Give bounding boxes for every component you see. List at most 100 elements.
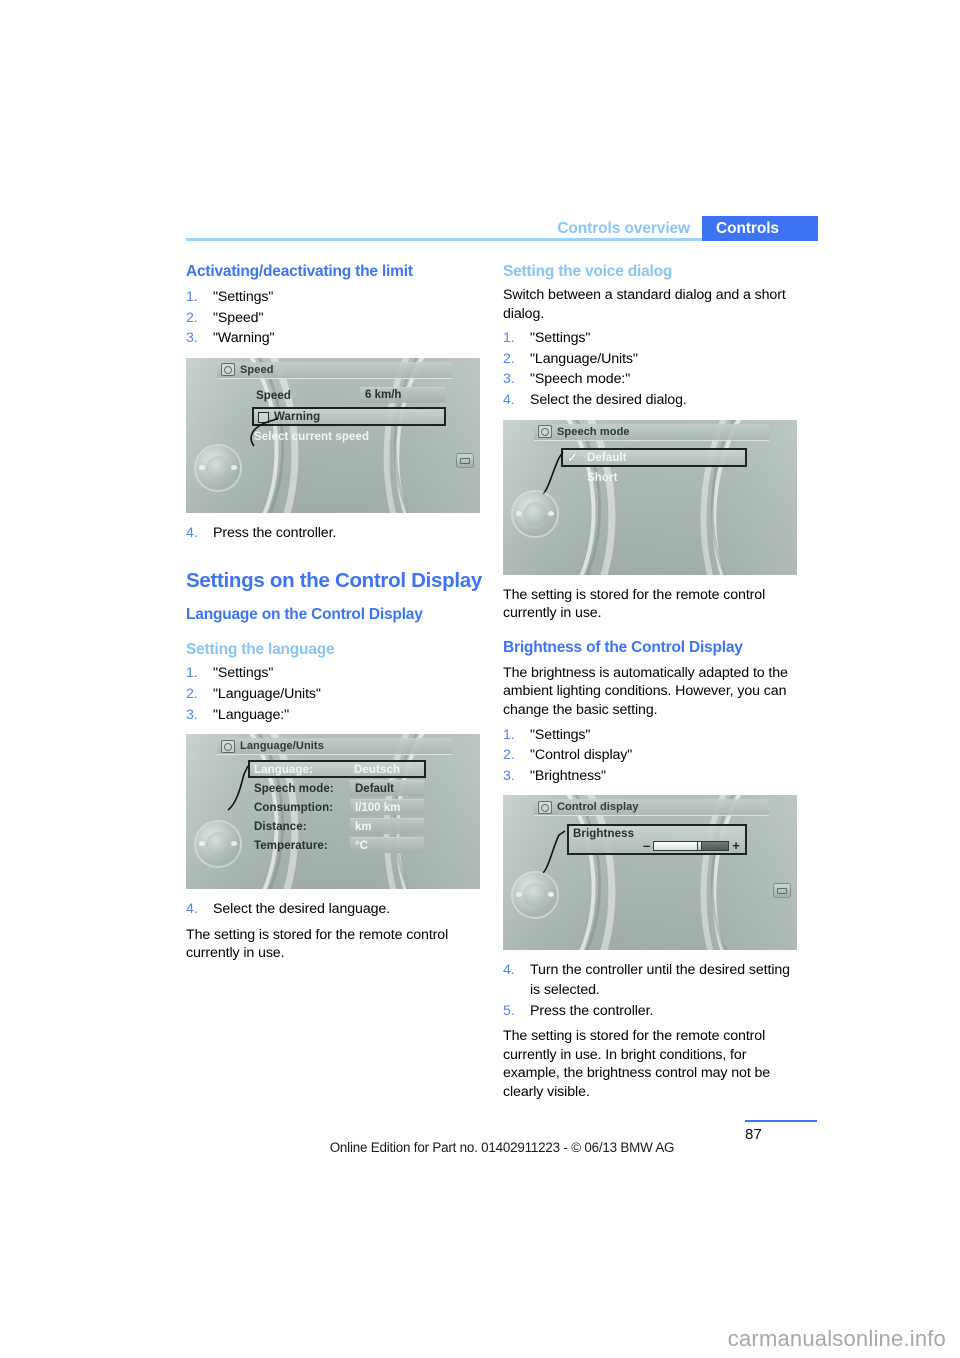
step-text: Turn the controller until the desired se… <box>530 962 790 998</box>
heading-brightness-of-the-control-display: Brightness of the Control Display <box>503 638 743 656</box>
step-text: "Settings" <box>213 665 274 682</box>
step-text: "Speed" <box>213 309 264 326</box>
step-text: Select the desired language. <box>213 901 391 918</box>
list-item: 2. "Language/Units" <box>186 685 482 705</box>
steps-select-language: 4. Select the desired language. <box>186 900 482 920</box>
list-item: 3. "Speech mode:" <box>503 370 799 390</box>
step-number: 1. <box>503 330 515 347</box>
step-text: "Language/Units" <box>213 685 321 702</box>
step-number: 3. <box>503 371 515 388</box>
list-item: 4. Press the controller. <box>186 524 482 544</box>
step-text: Press the controller. <box>530 1002 654 1019</box>
step-text: Press the controller. <box>213 524 337 541</box>
step-text: "Brightness" <box>530 767 606 784</box>
knob-dot-left <box>199 464 205 470</box>
idrive-screenshot-speed: Speed Speed 6 km/h Warning Select curren… <box>186 357 480 513</box>
step-number: 5. <box>503 1002 515 1019</box>
screenshot-option-default: Default <box>587 451 627 464</box>
menu-button-icon <box>456 452 474 468</box>
steps-press-controller: 4. Press the controller. <box>186 524 482 544</box>
intro-voice-dialog: Switch between a standard dialog and a s… <box>503 287 786 322</box>
screenshot-row-label: Language: <box>254 764 314 777</box>
knob-dot-right <box>548 510 554 516</box>
step-text: "Settings" <box>530 330 591 347</box>
list-item: 3. "Language:" <box>186 706 482 726</box>
slider-knob[interactable] <box>697 840 703 851</box>
step-number: 3. <box>186 330 198 347</box>
screenshot-value-speed: 6 km/h <box>360 386 446 403</box>
screenshot-row-label: Speech mode: <box>254 783 334 796</box>
list-item: 3. "Warning" <box>186 329 482 349</box>
manual-page: Controls overview Controls Activating/de… <box>0 0 960 1358</box>
tab-controls: Controls <box>702 216 818 241</box>
header-tabs: Controls overview Controls <box>557 216 818 241</box>
step-number: 4. <box>186 901 198 918</box>
step-number: 2. <box>186 309 198 326</box>
step-number: 4. <box>503 962 515 979</box>
step-text: Select the desired dialog. <box>530 391 687 408</box>
slider-fill <box>654 841 701 850</box>
step-number: 1. <box>186 665 198 682</box>
screenshot-title: Language/Units <box>240 740 324 753</box>
page-header: Controls overview Controls <box>186 216 818 241</box>
note-setting-stored-voice: The setting is stored for the remote con… <box>503 586 766 622</box>
screenshot-hint-select-speed: Select current speed <box>254 430 370 443</box>
list-item: 4. Select the desired language. <box>186 900 482 920</box>
step-number: 1. <box>503 726 515 743</box>
idrive-controller-knob <box>511 490 559 538</box>
step-text: "Language:" <box>213 706 290 723</box>
brightness-slider[interactable]: – + <box>643 839 741 852</box>
left-column: Activating/deactivating the limit 1. "Se… <box>186 262 482 963</box>
minus-icon[interactable]: – <box>643 839 650 852</box>
list-item: 2. "Control display" <box>503 746 799 766</box>
breadcrumb-controls-overview: Controls overview <box>557 220 690 237</box>
screenshot-title: Control display <box>557 801 639 814</box>
settings-gear-icon <box>221 363 235 377</box>
step-text: "Control display" <box>530 747 633 764</box>
note-setting-stored-language: The setting is stored for the remote con… <box>186 926 449 962</box>
screenshot-label-warning: Warning <box>274 410 321 423</box>
step-number: 1. <box>186 289 198 305</box>
steps-voice-dialog: 1. "Settings" 2. "Language/Units" 3. "Sp… <box>503 329 799 410</box>
screenshot-row-label: Distance: <box>254 821 307 834</box>
right-column: Setting the voice dialog Switch between … <box>503 262 799 1101</box>
subheading-setting-the-language: Setting the language <box>186 641 335 659</box>
menu-button-icon <box>773 883 791 899</box>
screenshot-titlebar: Language/Units <box>217 738 452 756</box>
step-text: "Settings" <box>530 726 591 743</box>
step-number: 2. <box>503 350 515 367</box>
step-number: 4. <box>503 391 515 408</box>
screenshot-row-label: Temperature: <box>254 840 328 853</box>
step-number: 2. <box>503 747 515 764</box>
page-number-rule <box>745 1120 817 1122</box>
screenshot-titlebar: Speech mode <box>534 423 769 441</box>
idrive-screenshot-speech-mode: Speech mode ✓ Default Short <box>503 419 797 575</box>
screenshot-row-value: Default <box>350 780 424 797</box>
edition-notice: Online Edition for Part no. 01402911223 … <box>329 1140 675 1155</box>
screenshot-option-short: Short <box>587 471 618 484</box>
slider-track[interactable] <box>653 840 730 851</box>
list-item: 1. "Settings" <box>503 726 799 746</box>
list-item: 5. Press the controller. <box>503 1002 799 1022</box>
note-brightness-stored: The setting is stored for the remote con… <box>503 1028 771 1100</box>
knob-dot-right <box>231 464 237 470</box>
screenshot-titlebar: Control display <box>534 799 769 817</box>
step-text: "Warning" <box>213 330 275 347</box>
settings-gear-icon <box>538 800 552 814</box>
screenshot-title: Speed <box>240 363 274 376</box>
step-number: 3. <box>503 767 515 784</box>
plus-icon[interactable]: + <box>732 839 740 852</box>
list-item: 2. "Language/Units" <box>503 350 799 370</box>
screenshot-row-value: °C <box>350 837 424 854</box>
screenshot-title: Speech mode <box>557 425 630 438</box>
heading-settings-on-the-control-display: Settings on the Control Display <box>186 569 482 593</box>
knob-dot-left <box>516 510 522 516</box>
list-item: 2. "Speed" <box>186 309 482 329</box>
idrive-screenshot-language-units: Language/Units Language: Deutsch Speech … <box>186 734 480 890</box>
screenshot-label-speed: Speed <box>256 389 292 402</box>
steps-brightness-after: 4. Turn the controller until the desired… <box>503 961 799 1021</box>
settings-gear-icon <box>221 739 235 753</box>
list-item: 1. "Settings" <box>503 329 799 349</box>
steps-brightness: 1. "Settings" 2. "Control display" 3. "B… <box>503 726 799 787</box>
step-text: "Language/Units" <box>530 350 638 367</box>
